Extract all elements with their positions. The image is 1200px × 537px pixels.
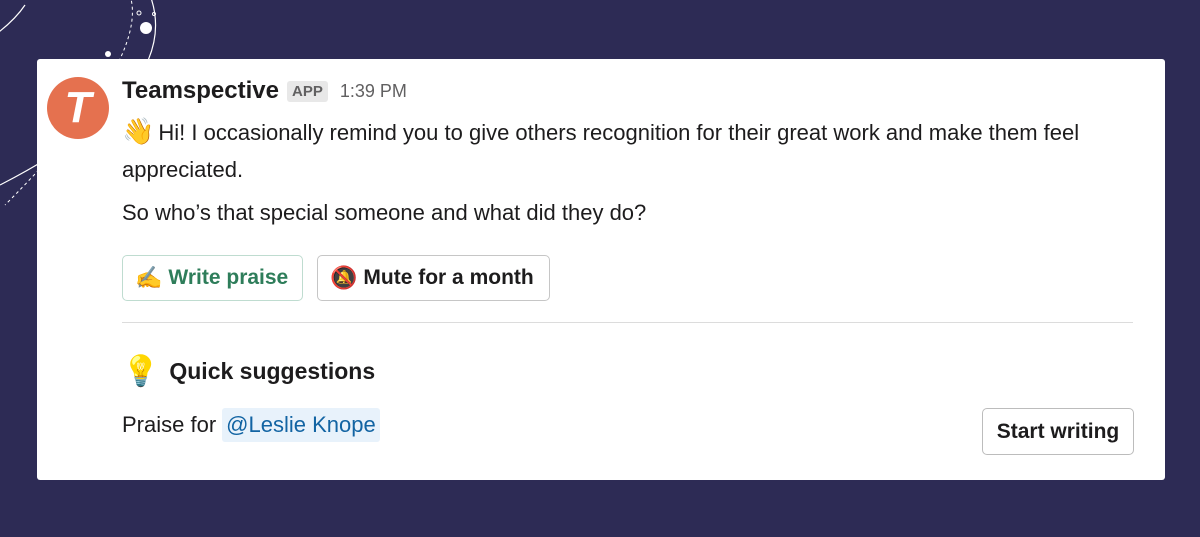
waving-hand-icon: 👋 — [122, 116, 155, 146]
quick-suggestions-heading: 💡 Quick suggestions — [122, 354, 375, 389]
mute-button[interactable]: 🔕 Mute for a month — [317, 255, 550, 301]
avatar[interactable]: T — [47, 77, 109, 139]
write-praise-button[interactable]: ✍️ Write praise — [122, 255, 303, 301]
writing-hand-icon: ✍️ — [135, 265, 163, 290]
mute-label: Mute for a month — [363, 266, 534, 289]
message-header: Teamspective APP 1:39 PM — [122, 77, 407, 105]
light-bulb-icon: 💡 — [122, 355, 160, 388]
muted-bell-icon: 🔕 — [330, 265, 358, 290]
praise-for-label: Praise for — [122, 412, 217, 437]
quick-suggestions-title: Quick suggestions — [169, 358, 376, 384]
message-card: T Teamspective APP 1:39 PM 👋 Hi! I occasi… — [37, 59, 1165, 480]
write-praise-label: Write praise — [168, 266, 289, 289]
user-mention[interactable]: @Leslie Knope — [222, 408, 380, 442]
message-line-1: Hi! I occasionally remind you to give ot… — [122, 120, 1080, 182]
start-writing-button[interactable]: Start writing — [982, 408, 1134, 455]
message-line-2: So who’s that special someone and what d… — [122, 200, 647, 225]
suggestion-row: Praise for @Leslie Knope — [122, 408, 380, 442]
divider — [122, 322, 1133, 323]
start-writing-label: Start writing — [996, 419, 1120, 443]
app-badge: APP — [286, 80, 328, 102]
message-text: 👋 Hi! I occasionally remind you to give o… — [122, 113, 1133, 188]
sender-name[interactable]: Teamspective — [122, 77, 279, 105]
timestamp[interactable]: 1:39 PM — [340, 81, 407, 102]
